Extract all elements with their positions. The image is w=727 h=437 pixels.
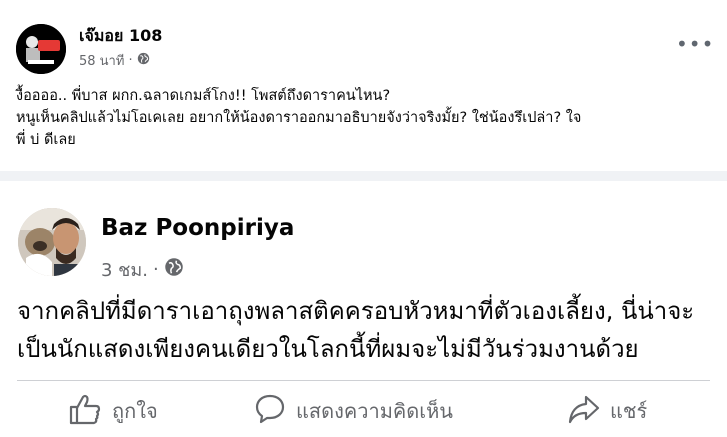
post-text-line: หนูเห็นคลิปแล้วไม่โอเคเลย อยากให้น้องดาร… [16, 110, 582, 126]
top-post-card: เจ๊มอย 108 58 นาที · ••• งื้ออออ.. พี่บา… [0, 0, 727, 171]
globe-icon[interactable] [164, 257, 184, 282]
shared-post-meta: 3 ชม. · [101, 255, 184, 284]
share-button[interactable]: แชร์ [568, 389, 647, 433]
comment-button[interactable]: แสดงความคิดเห็น [254, 389, 453, 433]
shared-post-card: Baz Poonpiriya 3 ชม. · จากคลิปที่มีดาราเ… [0, 181, 727, 437]
more-options-icon[interactable]: ••• [676, 34, 713, 60]
post-author-name[interactable]: เจ๊มอย 108 [79, 24, 162, 49]
post-text: งื้ออออ.. พี่บาส ผกก.ฉลาดเกมส์โกง!! โพสต… [16, 85, 716, 151]
thumbs-up-icon [68, 393, 102, 430]
actions-divider [17, 380, 710, 381]
post-meta: 58 นาที · [79, 50, 150, 71]
shared-post-text: จากคลิปที่มีดาราเอาถุงพลาสติคครอบหัวหมาท… [17, 292, 717, 368]
page-avatar[interactable] [16, 24, 66, 74]
shared-post-timestamp[interactable]: 3 ชม. [101, 255, 148, 284]
shared-post-text-line: จากคลิปที่มีดาราเอาถุงพลาสติคครอบหัวหมาท… [17, 297, 695, 325]
post-text-line: พี่ บ่ ดีเลย [16, 132, 76, 148]
meta-separator: · [128, 53, 133, 68]
shared-post-text-line: เป็นนักแสดงเพียงคนเดียวในโลกนี้ที่ผมจะไม… [17, 335, 639, 363]
comment-bubble-icon [254, 393, 286, 430]
comment-label: แสดงความคิดเห็น [296, 399, 453, 423]
author-avatar[interactable] [18, 208, 86, 276]
globe-icon[interactable] [137, 52, 150, 69]
like-label: ถูกใจ [112, 399, 158, 423]
shared-author-name[interactable]: Baz Poonpiriya [101, 215, 294, 241]
share-arrow-icon [568, 394, 600, 429]
meta-separator: · [152, 259, 159, 280]
like-button[interactable]: ถูกใจ [68, 389, 158, 433]
action-bar: ถูกใจ แสดงความคิดเห็น แชร์ [0, 389, 727, 433]
post-timestamp[interactable]: 58 นาที [79, 50, 124, 71]
share-label: แชร์ [610, 399, 648, 423]
post-text-line: งื้ออออ.. พี่บาส ผกก.ฉลาดเกมส์โกง!! โพสต… [16, 88, 391, 104]
